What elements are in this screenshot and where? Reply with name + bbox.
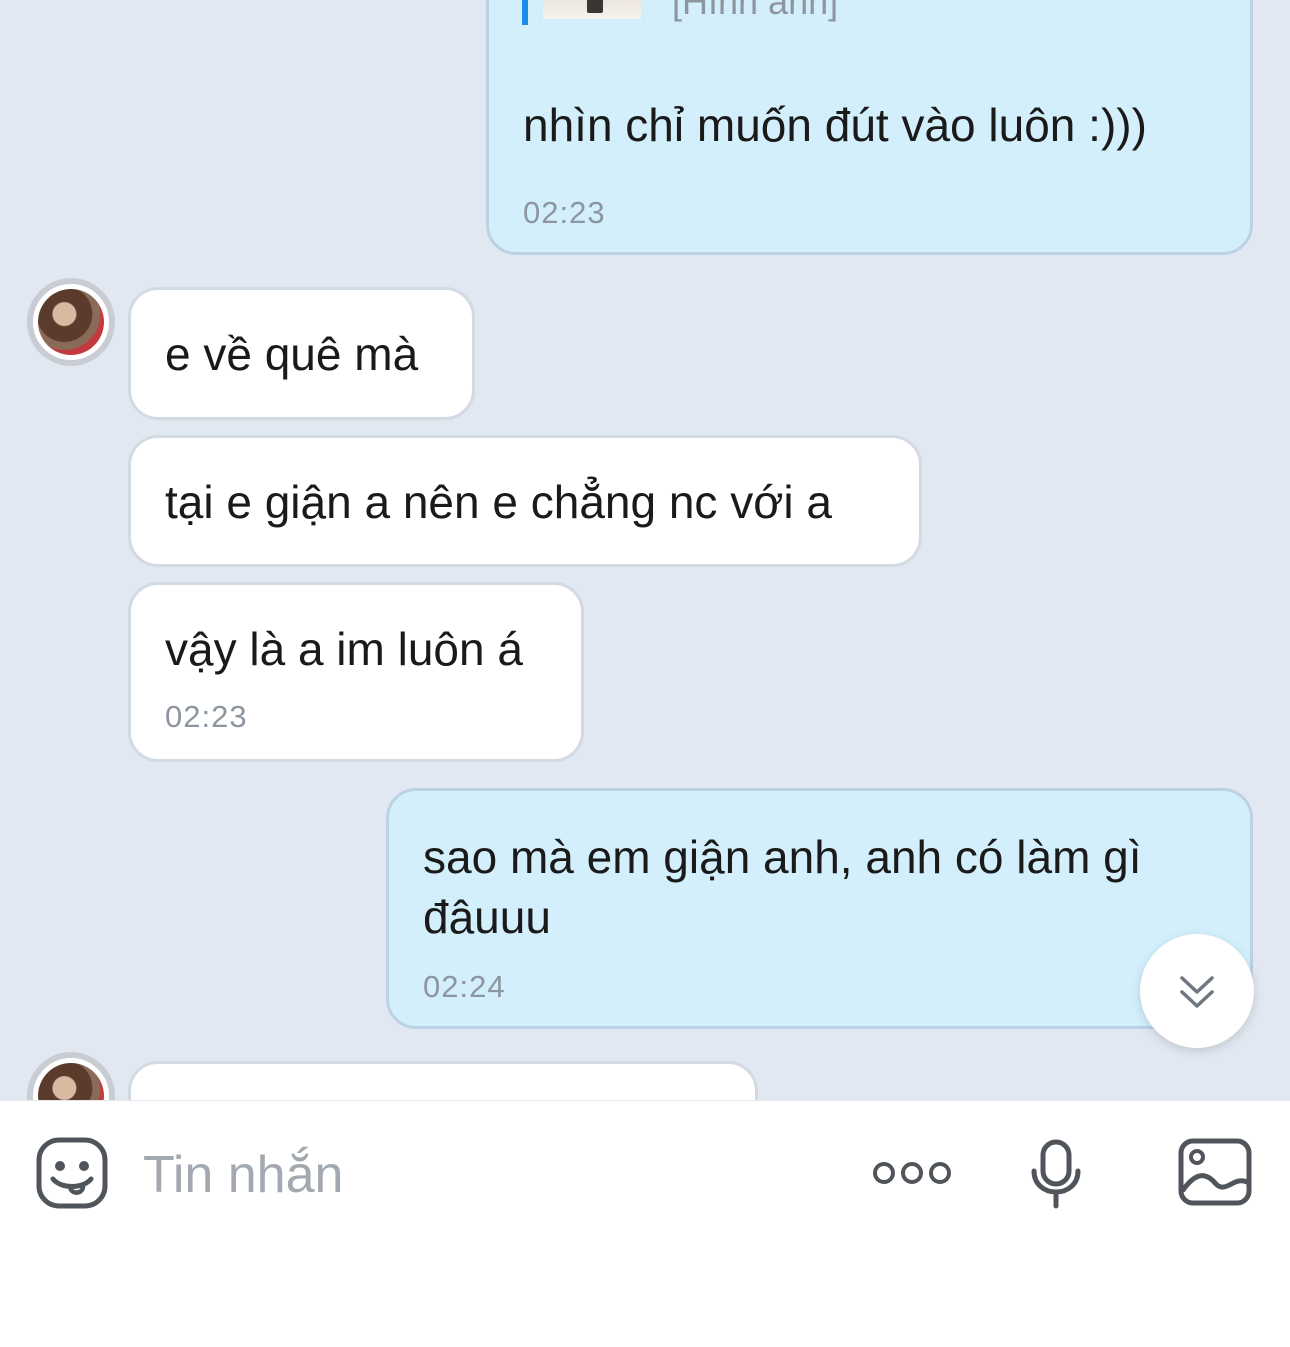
quoted-reply[interactable]: [Hình ảnh]	[489, 0, 1189, 63]
message-composer: Tin nhắn	[0, 1100, 1290, 1347]
emoji-icon[interactable]	[36, 1137, 108, 1209]
message-bubble-sent[interactable]: [Hình ảnh] nhìn chỉ muốn đút vào luôn :)…	[486, 0, 1253, 255]
message-input-placeholder: Tin nhắn	[143, 1146, 344, 1204]
double-chevron-down-icon	[1180, 976, 1214, 1008]
message-time: 02:24	[423, 969, 506, 1004]
message-input[interactable]: Tin nhắn	[130, 1131, 830, 1221]
message-time: 02:23	[165, 699, 248, 734]
message-text-line-1: sao mà em giận anh, anh có làm gì	[423, 831, 1142, 883]
message-bubble-received[interactable]: vậy là a im luôn á 02:23	[128, 582, 584, 762]
message-bubble-received-partial[interactable]	[128, 1061, 758, 1100]
message-text: tại e giận a nên e chẳng nc với a	[165, 476, 832, 528]
image-icon[interactable]	[1178, 1138, 1252, 1206]
message-text: vậy là a im luôn á	[165, 623, 523, 675]
more-icon[interactable]	[871, 1159, 953, 1187]
microphone-icon[interactable]	[1030, 1139, 1082, 1209]
message-text: nhìn chỉ muốn đút vào luôn :)))	[523, 99, 1147, 151]
quote-bar	[522, 0, 528, 25]
quoted-image-label: [Hình ảnh]	[672, 0, 839, 22]
quoted-image-thumbnail[interactable]	[543, 0, 641, 19]
scroll-to-bottom-button[interactable]	[1140, 934, 1254, 1048]
message-time: 02:23	[523, 195, 606, 230]
message-bubble-received[interactable]: tại e giận a nên e chẳng nc với a	[128, 435, 922, 567]
message-text: e về quê mà	[165, 328, 419, 380]
contact-avatar[interactable]	[27, 278, 115, 366]
chat-area[interactable]: [Hình ảnh] nhìn chỉ muốn đút vào luôn :)…	[0, 0, 1290, 1100]
contact-avatar[interactable]	[27, 1052, 115, 1100]
message-text-line-2: đâuuu	[423, 891, 551, 943]
message-bubble-received[interactable]: e về quê mà	[128, 287, 475, 420]
message-bubble-sent[interactable]: sao mà em giận anh, anh có làm gì đâuuu …	[386, 788, 1253, 1029]
